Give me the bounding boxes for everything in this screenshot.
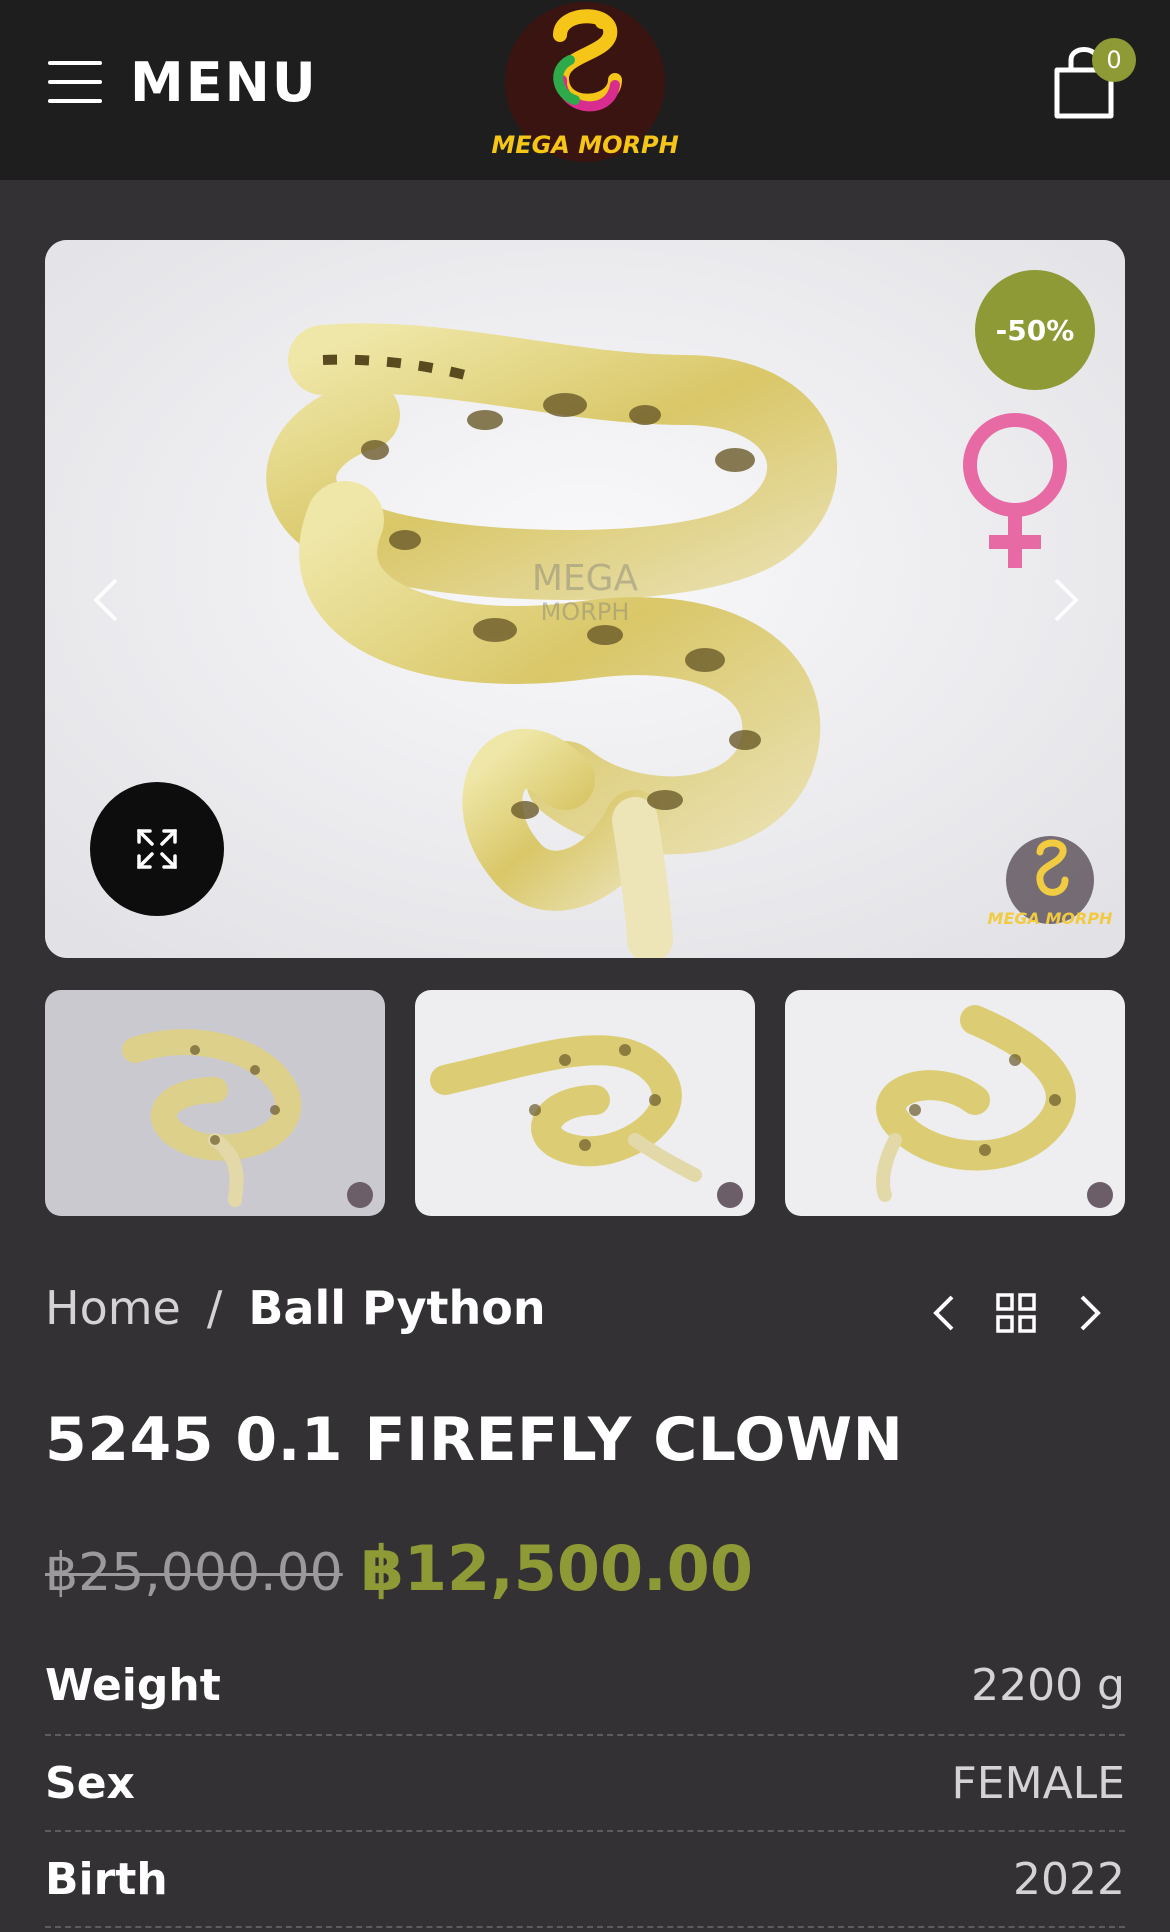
spec-label: Sex (45, 1757, 135, 1809)
product-title: 5245 0.1 FIREFLY CLOWN (45, 1405, 904, 1475)
thumbnail-2[interactable] (415, 990, 755, 1216)
product-navigation (920, 1285, 1101, 1341)
svg-text:MORPH: MORPH (541, 598, 630, 626)
gallery-next-chevron-right-icon[interactable] (1040, 570, 1090, 630)
sale-badge: -50% (975, 270, 1095, 390)
spec-value: 2022 (1013, 1853, 1125, 1905)
spec-label: Weight (45, 1659, 221, 1711)
breadcrumb-home-link[interactable]: Home (45, 1281, 181, 1335)
grid-icon[interactable] (992, 1285, 1042, 1341)
spec-row-birth: Birth 2022 (45, 1832, 1125, 1928)
cart-count-badge: 0 (1092, 38, 1136, 82)
spec-row-sex: Sex FEMALE (45, 1736, 1125, 1832)
hamburger-icon (48, 61, 102, 103)
spec-value: FEMALE (951, 1757, 1126, 1809)
zoom-button[interactable] (90, 782, 224, 916)
product-specs: Weight 2200 g Sex FEMALE Birth 2022 (45, 1636, 1125, 1928)
site-header: MENU MEGA MORPH 0 (0, 0, 1170, 180)
breadcrumb-category-link[interactable]: Ball Python (248, 1281, 545, 1335)
sale-price: ฿12,500.00 (360, 1532, 753, 1605)
breadcrumb: Home / Ball Python (45, 1278, 546, 1338)
site-logo[interactable]: MEGA MORPH (490, 0, 680, 170)
menu-button[interactable]: MENU (48, 50, 318, 114)
expand-icon (137, 829, 177, 869)
prev-product-chevron-left-icon[interactable] (920, 1285, 970, 1341)
svg-text:MEGA MORPH: MEGA MORPH (491, 131, 678, 159)
thumbnail-1[interactable] (45, 990, 385, 1216)
spec-value: 2200 g (971, 1659, 1125, 1711)
menu-label: MENU (130, 50, 318, 114)
gallery-prev-chevron-left-icon[interactable] (82, 570, 132, 630)
breadcrumb-separator: / (206, 1281, 223, 1335)
spec-label: Birth (45, 1853, 168, 1905)
svg-text:MEGA: MEGA (532, 558, 639, 599)
female-symbol-icon (963, 413, 1067, 568)
thumbnail-3[interactable] (785, 990, 1125, 1216)
next-product-chevron-right-icon[interactable] (1064, 1285, 1114, 1341)
spec-row-weight: Weight 2200 g (45, 1636, 1125, 1736)
price-block: ฿25,000.00 ฿12,500.00 (45, 1532, 753, 1605)
svg-text:MEGA MORPH: MEGA MORPH (988, 909, 1114, 928)
original-price: ฿25,000.00 (45, 1543, 343, 1603)
